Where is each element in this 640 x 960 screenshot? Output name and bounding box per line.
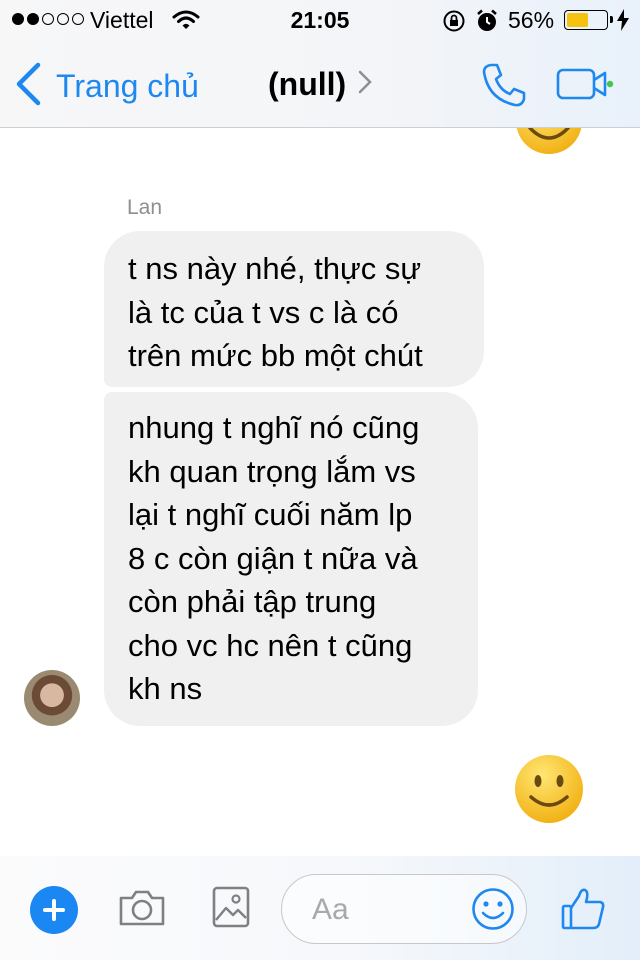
rotation-lock-icon (442, 9, 466, 38)
message-bubble[interactable]: t ns này nhé, thực sự là tc của t vs c l… (104, 231, 484, 387)
top-bar: Viettel 21:05 56% Trang chủ (null) (0, 0, 640, 128)
input-placeholder: Aa (312, 893, 349, 926)
avatar[interactable] (24, 670, 80, 726)
image-icon[interactable] (212, 886, 250, 933)
alarm-clock-icon (476, 9, 498, 38)
chevron-right-icon[interactable] (358, 70, 372, 99)
video-camera-icon[interactable] (556, 68, 614, 105)
message-input[interactable]: Aa (281, 874, 527, 944)
smiley-face-icon[interactable] (513, 753, 585, 830)
back-label: Trang chủ (56, 68, 199, 104)
sender-name: Lan (127, 196, 163, 219)
battery-percent: 56% (508, 7, 555, 33)
emoji-icon[interactable] (471, 887, 515, 936)
phone-icon[interactable] (482, 62, 526, 113)
battery-icon (564, 10, 613, 30)
plus-icon[interactable] (30, 886, 78, 934)
chevron-left-icon (14, 62, 42, 111)
conversation-title[interactable]: (null) (268, 66, 346, 103)
camera-icon[interactable] (117, 888, 167, 933)
thumbs-up-icon[interactable] (560, 886, 606, 937)
charging-bolt-icon (617, 9, 629, 36)
status-bar: Viettel 21:05 56% (0, 0, 640, 40)
message-bubble[interactable]: nhung t nghĩ nó cũng kh quan trọng lắm v… (104, 392, 478, 726)
back-button[interactable]: Trang chủ (14, 62, 199, 111)
nav-bar: Trang chủ (null) (0, 40, 640, 128)
composer-bar: Aa (0, 856, 640, 960)
